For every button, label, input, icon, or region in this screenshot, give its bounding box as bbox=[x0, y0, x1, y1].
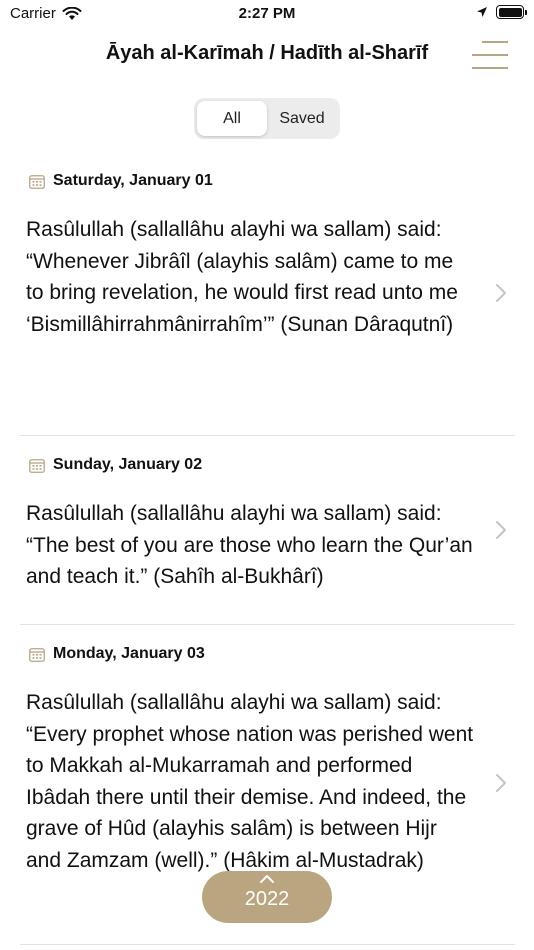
chevron-right-icon bbox=[496, 774, 506, 792]
entry-date: Sunday, January 02 bbox=[53, 456, 203, 473]
calendar-icon bbox=[29, 647, 45, 662]
entry-text: Rasûlullah (sallallâhu alayhi wa sallam)… bbox=[26, 218, 458, 336]
chevron-up-icon bbox=[260, 875, 274, 883]
filter-segmented-control: All Saved bbox=[194, 98, 340, 139]
hamburger-menu-icon[interactable] bbox=[472, 41, 508, 69]
date-row: Saturday, January 01 bbox=[29, 170, 515, 192]
entry-date: Saturday, January 01 bbox=[53, 172, 213, 189]
battery-icon bbox=[496, 5, 527, 19]
list-item[interactable]: Sunday, January 02 Rasûlullah (sallallâh… bbox=[20, 436, 515, 625]
page-title: Āyah al-Karīmah / Hadīth al-Sharīf bbox=[105, 42, 429, 64]
entry-text: Rasûlullah (sallallâhu alayhi wa sallam)… bbox=[26, 502, 473, 589]
list-item[interactable]: Saturday, January 01 Rasûlullah (sallall… bbox=[20, 152, 515, 436]
entry-date: Monday, January 03 bbox=[53, 645, 205, 662]
hadith-list: Saturday, January 01 Rasûlullah (sallall… bbox=[0, 152, 534, 945]
segment-saved[interactable]: Saved bbox=[267, 101, 337, 136]
location-arrow-icon bbox=[477, 7, 487, 17]
date-row: Monday, January 03 bbox=[29, 643, 515, 665]
entry-text: Rasûlullah (sallallâhu alayhi wa sallam)… bbox=[26, 691, 474, 872]
year-label: 2022 bbox=[244, 887, 290, 910]
year-picker-button[interactable]: 2022 bbox=[202, 871, 332, 923]
date-row: Sunday, January 02 bbox=[29, 454, 515, 476]
segment-all[interactable]: All bbox=[197, 101, 267, 136]
status-right-group bbox=[476, 5, 527, 19]
chevron-right-icon bbox=[496, 284, 506, 302]
status-bar: Carrier 2:27 PM bbox=[0, 0, 534, 28]
status-time: 2:27 PM bbox=[238, 5, 296, 22]
calendar-icon bbox=[29, 458, 45, 473]
navigation-bar: Āyah al-Karīmah / Hadīth al-Sharīf bbox=[0, 28, 534, 80]
calendar-icon bbox=[29, 174, 45, 189]
chevron-right-icon bbox=[496, 521, 506, 539]
